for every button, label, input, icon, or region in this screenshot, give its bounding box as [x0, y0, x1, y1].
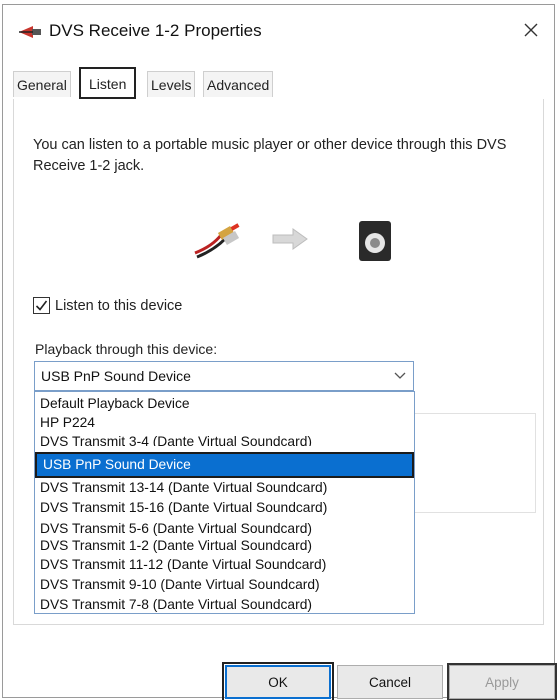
listen-description: You can listen to a portable music playe…: [33, 137, 507, 174]
background-groupbox: [414, 413, 536, 513]
close-icon: [524, 23, 538, 37]
listen-checkbox-label: Listen to this device: [55, 297, 183, 314]
dropdown-option[interactable]: DVS Transmit 3-4 (Dante Virtual Soundcar…: [40, 432, 312, 446]
dropdown-option[interactable]: HP P224: [40, 413, 95, 433]
tab-strip: General Listen Levels Advanced: [13, 67, 543, 99]
title-bar[interactable]: DVS Receive 1-2 Properties: [3, 5, 554, 57]
chevron-down-icon: [394, 372, 406, 379]
listen-checkbox-row[interactable]: Listen to this device: [33, 297, 182, 314]
arrow-right-icon: [272, 228, 308, 250]
tab-levels[interactable]: Levels: [147, 71, 196, 97]
dropdown-option-selected[interactable]: USB PnP Sound Device: [35, 451, 414, 479]
dropdown-option[interactable]: DVS Transmit 1-2 (Dante Virtual Soundcar…: [40, 536, 312, 556]
tab-listen[interactable]: Listen: [79, 67, 137, 99]
dropdown-option[interactable]: DVS Transmit 15-16 (Dante Virtual Soundc…: [40, 498, 327, 518]
apply-button[interactable]: Apply: [447, 663, 557, 700]
playback-device-select[interactable]: USB PnP Sound Device: [34, 361, 414, 391]
playback-device-dropdown: Default Playback Device HP P224 DVS Tran…: [34, 391, 415, 614]
dropdown-option[interactable]: Default Playback Device: [40, 394, 190, 414]
properties-dialog: DVS Receive 1-2 Properties General Liste…: [2, 4, 557, 700]
window-title: DVS Receive 1-2 Properties: [49, 21, 262, 40]
tab-general[interactable]: General: [13, 71, 71, 97]
rca-cable-icon: [194, 223, 240, 259]
dropdown-option[interactable]: DVS Transmit 13-14 (Dante Virtual Soundc…: [40, 478, 327, 498]
tab-advanced[interactable]: Advanced: [203, 71, 274, 97]
ok-button[interactable]: OK: [222, 662, 334, 700]
playback-device-value: USB PnP Sound Device: [41, 368, 191, 384]
dropdown-option[interactable]: DVS Transmit 7-8 (Dante Virtual Soundcar…: [40, 595, 312, 613]
checkmark-icon: [35, 300, 48, 311]
cancel-button[interactable]: Cancel: [337, 665, 443, 699]
audio-jack-icon: [19, 26, 41, 38]
listen-checkbox[interactable]: [33, 297, 50, 314]
dropdown-option[interactable]: DVS Transmit 9-10 (Dante Virtual Soundca…: [40, 575, 320, 595]
dropdown-option[interactable]: DVS Transmit 11-12 (Dante Virtual Soundc…: [40, 555, 326, 575]
speaker-icon: [359, 221, 391, 261]
playback-label: Playback through this device:: [35, 341, 218, 357]
close-button[interactable]: [514, 15, 548, 45]
